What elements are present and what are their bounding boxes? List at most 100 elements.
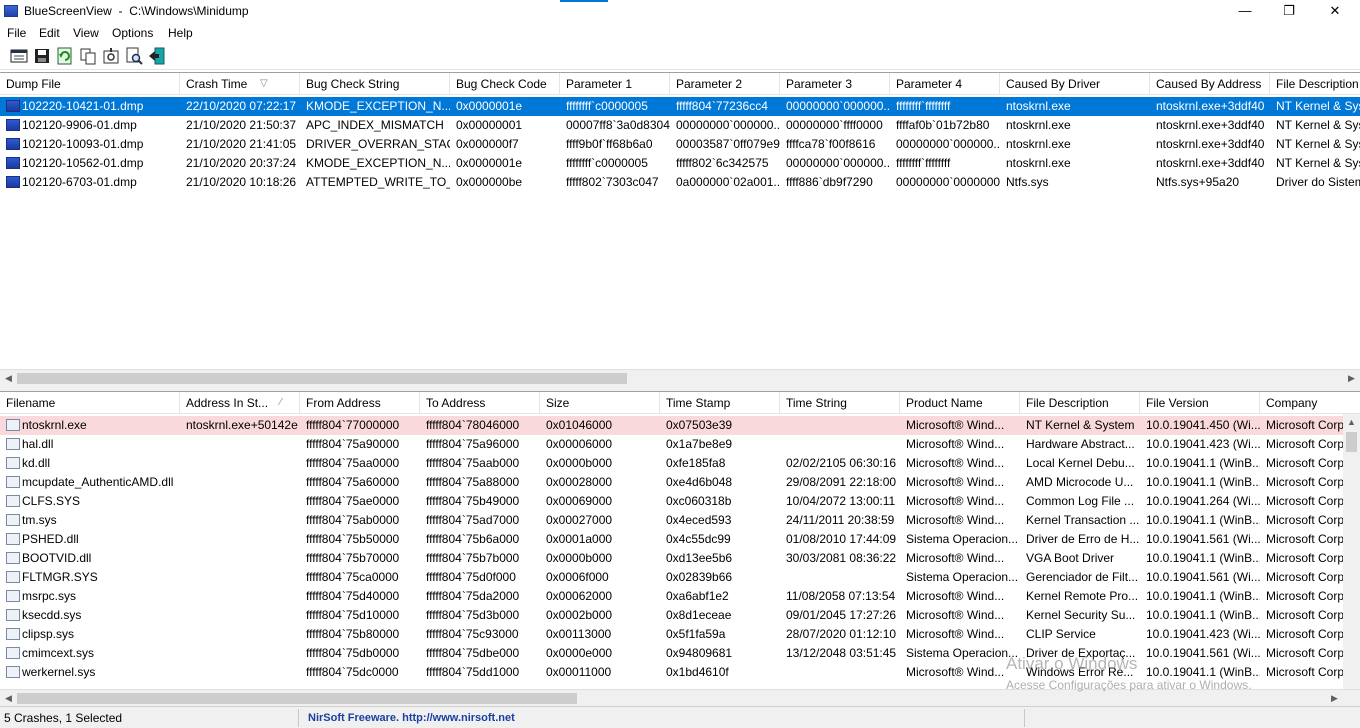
cell-parameter-1: fffff802`7303c047 (566, 175, 659, 189)
driver-row[interactable]: PSHED.dll fffff804`75b50000 fffff804`75b6a… (0, 530, 1343, 549)
find-icon[interactable] (125, 47, 143, 65)
col-file-description[interactable]: File Description (1270, 73, 1360, 95)
col-file-description[interactable]: File Description (1020, 392, 1140, 414)
col-parameter-4[interactable]: Parameter 4 (890, 73, 1000, 95)
menu-file[interactable]: File (7, 26, 26, 40)
cell-caused-by-driver: ntoskrnl.exe (1006, 156, 1071, 170)
cell-filename: FLTMGR.SYS (22, 570, 98, 584)
crash-row[interactable]: 102120-10562-01.dmp 21/10/2020 20:37:24 KM… (0, 154, 1360, 173)
copy-icon[interactable] (79, 47, 97, 65)
bottom-vertical-scrollbar[interactable]: ▲ (1343, 414, 1360, 690)
cell-to-address: fffff804`75da2000 (426, 589, 520, 603)
top-horizontal-scrollbar[interactable]: ◀ ▶ (0, 369, 1360, 386)
col-parameter-1[interactable]: Parameter 1 (560, 73, 670, 95)
cell-parameter-1: ffff9b0f`ff68b6a0 (566, 137, 653, 151)
cell-size: 0x00028000 (546, 475, 613, 489)
col-from-address[interactable]: From Address (300, 392, 420, 414)
driver-row[interactable]: ksecdd.sys fffff804`75d10000 fffff804`75d3… (0, 606, 1343, 625)
scroll-right-icon[interactable]: ▶ (1343, 370, 1360, 386)
cell-company: Microsoft Corp (1266, 608, 1343, 622)
cell-crash-time: 21/10/2020 21:50:37 (186, 118, 297, 132)
cell-to-address: fffff804`75b6a000 (426, 532, 520, 546)
col-caused-by-address[interactable]: Caused By Address (1150, 73, 1270, 95)
col-filename[interactable]: Filename (0, 392, 180, 414)
cell-parameter-4: 00000000`0000000f (896, 175, 1000, 189)
col-dump-file[interactable]: Dump File (0, 73, 180, 95)
maximize-button[interactable]: ❐ (1266, 0, 1312, 24)
menu-options[interactable]: Options (112, 26, 153, 40)
properties-icon[interactable] (10, 47, 28, 65)
save-icon[interactable] (33, 47, 51, 65)
driver-row[interactable]: ntoskrnl.exe ntoskrnl.exe+50142e fffff804`… (0, 416, 1343, 435)
scroll-up-icon[interactable]: ▲ (1343, 414, 1360, 431)
cell-product-name: Sistema Operacion... (906, 570, 1019, 584)
col-time-string[interactable]: Time String (780, 392, 900, 414)
col-address-in-stack[interactable]: Address In St... ⁄ (180, 392, 300, 414)
cell-parameter-4: ffffaf0b`01b72b80 (896, 118, 990, 132)
driver-row[interactable]: clipsp.sys fffff804`75b80000 fffff804`75c9… (0, 625, 1343, 644)
col-bug-check-code[interactable]: Bug Check Code (450, 73, 560, 95)
activation-watermark-title: Ativar o Windows (1006, 654, 1138, 673)
cell-bug-check-string: ATTEMPTED_WRITE_TO_... (306, 175, 450, 189)
exit-icon[interactable] (148, 47, 166, 65)
scroll-left-icon[interactable]: ◀ (0, 370, 17, 386)
nirsoft-link[interactable]: NirSoft Freeware. http://www.nirsoft.net (308, 712, 515, 724)
cell-file-description: Kernel Remote Pro... (1026, 589, 1139, 603)
cell-time-string: 01/08/2010 17:44:09 (786, 532, 897, 546)
refresh-icon[interactable] (56, 47, 74, 65)
col-caused-by-driver[interactable]: Caused By Driver (1000, 73, 1150, 95)
crash-row[interactable]: 102120-10093-01.dmp 21/10/2020 21:41:05 DR… (0, 135, 1360, 154)
cell-from-address: fffff804`75a90000 (306, 437, 400, 451)
col-to-address[interactable]: To Address (420, 392, 540, 414)
cell-filename: clipsp.sys (22, 627, 75, 641)
driver-row[interactable]: BOOTVID.dll fffff804`75b70000 fffff804`75b… (0, 549, 1343, 568)
col-company[interactable]: Company (1260, 392, 1343, 414)
menu-help[interactable]: Help (168, 26, 193, 40)
col-parameter-3[interactable]: Parameter 3 (780, 73, 890, 95)
scrollbar-thumb[interactable] (17, 693, 577, 704)
cell-file-description: Hardware Abstract... (1026, 437, 1135, 451)
col-crash-time-label: Crash Time (186, 77, 248, 91)
driver-row[interactable]: kd.dll fffff804`75aa0000 fffff804`75aab000… (0, 454, 1343, 473)
driver-row[interactable]: msrpc.sys fffff804`75d40000 fffff804`75da2… (0, 587, 1343, 606)
cell-file-description: Kernel Security Su... (1026, 608, 1136, 622)
driver-row[interactable]: cmimcext.sys fffff804`75db0000 fffff804`75… (0, 644, 1343, 663)
cell-company: Microsoft Corp (1266, 589, 1343, 603)
cell-filename: tm.sys (22, 513, 57, 527)
col-time-stamp[interactable]: Time Stamp (660, 392, 780, 414)
col-size[interactable]: Size (540, 392, 660, 414)
col-bug-check-string[interactable]: Bug Check String (300, 73, 450, 95)
cell-size: 0x0001a000 (546, 532, 613, 546)
scrollbar-thumb[interactable] (1346, 432, 1357, 452)
crash-row[interactable]: 102120-6703-01.dmp 21/10/2020 10:18:26 ATT… (0, 173, 1360, 192)
menu-view[interactable]: View (73, 26, 99, 40)
cell-parameter-2: 0a000000`02a001... (676, 175, 780, 189)
scroll-left-icon[interactable]: ◀ (0, 690, 17, 706)
driver-row[interactable]: CLFS.SYS fffff804`75ae0000 fffff804`75b490… (0, 492, 1343, 511)
driver-row[interactable]: hal.dll fffff804`75a90000 fffff804`75a9600… (0, 435, 1343, 454)
driver-row[interactable]: tm.sys fffff804`75ab0000 fffff804`75ad7000… (0, 511, 1343, 530)
driver-row[interactable]: FLTMGR.SYS fffff804`75ca0000 fffff804`75d0… (0, 568, 1343, 587)
minimize-button[interactable]: — (1222, 0, 1268, 24)
status-divider (298, 709, 299, 727)
scroll-right-icon[interactable]: ▶ (1326, 690, 1343, 706)
col-product-name[interactable]: Product Name (900, 392, 1020, 414)
cell-time-string: 10/04/2072 13:00:11 (786, 494, 896, 508)
cell-size: 0x00113000 (546, 627, 612, 641)
menu-edit[interactable]: Edit (39, 26, 60, 40)
advanced-options-icon[interactable] (102, 47, 120, 65)
cell-size: 0x0006f000 (546, 570, 609, 584)
crash-row[interactable]: 102220-10421-01.dmp 22/10/2020 07:22:17 KM… (0, 97, 1360, 116)
driver-row[interactable]: mcupdate_AuthenticAMD.dll fffff804`75a600… (0, 473, 1343, 492)
close-button[interactable]: ✕ (1312, 0, 1358, 24)
cell-time-string (780, 435, 900, 454)
col-file-version[interactable]: File Version (1140, 392, 1260, 414)
app-name: BlueScreenView (24, 4, 112, 18)
col-crash-time[interactable]: Crash Time ▽ (180, 73, 300, 95)
scrollbar-thumb[interactable] (17, 373, 627, 384)
col-parameter-2[interactable]: Parameter 2 (670, 73, 780, 95)
cell-time-stamp: 0xe4d6b048 (666, 475, 733, 489)
crash-row[interactable]: 102120-9906-01.dmp 21/10/2020 21:50:37 APC… (0, 116, 1360, 135)
cell-file-version: 10.0.19041.1 (WinB... (1146, 608, 1260, 622)
cell-parameter-4: 00000000`000000... (896, 137, 1000, 151)
